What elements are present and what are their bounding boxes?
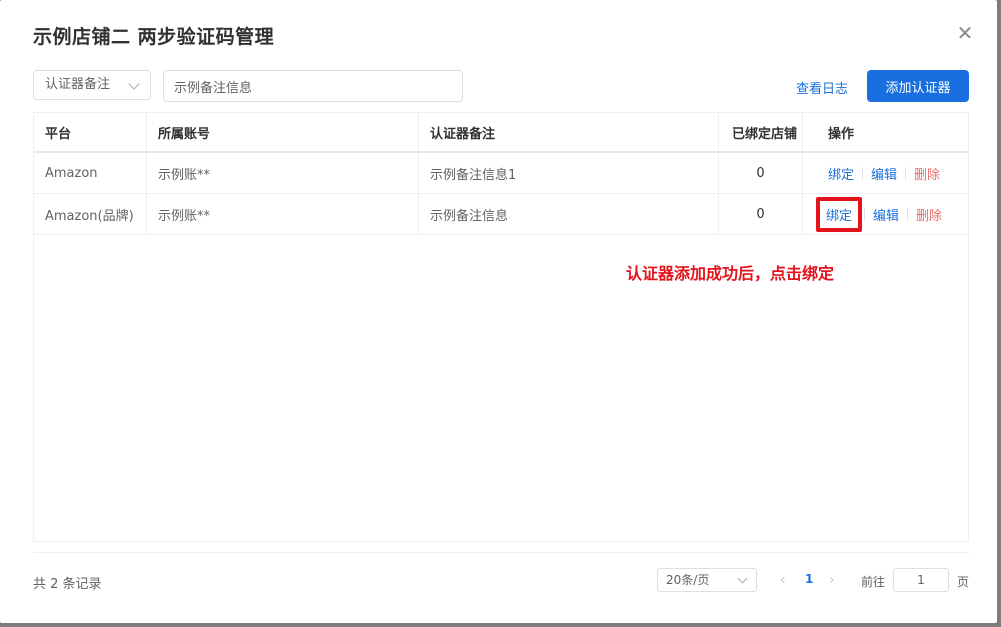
account-cell: 示例账**: [147, 153, 419, 193]
platform-cell: Amazon(品牌): [34, 194, 147, 234]
page-size-value: 20条/页: [666, 573, 710, 587]
note-cell: 示例备注信息1: [419, 153, 719, 193]
page-number-current[interactable]: 1: [805, 572, 813, 586]
footer-divider: [33, 552, 969, 553]
actions-cell: 绑定 编辑 删除: [803, 194, 968, 234]
divider: [905, 166, 907, 180]
page-size-select[interactable]: 20条/页: [657, 568, 757, 592]
goto-label: 前往: [861, 575, 886, 589]
platform-cell: Amazon: [34, 153, 147, 193]
delete-button[interactable]: 删除: [916, 205, 942, 224]
table-header: 平台 所属账号 认证器备注 已绑定店铺 操作: [34, 113, 968, 153]
total-records: 共 2 条记录: [33, 577, 102, 592]
filter-field-value: 认证器备注: [45, 77, 111, 92]
divider: [862, 166, 864, 180]
dialog-title: 示例店铺二 两步验证码管理: [33, 26, 275, 48]
filter-search-input[interactable]: [163, 70, 463, 102]
goto-page-input[interactable]: [893, 568, 949, 592]
account-cell: 示例账**: [147, 194, 419, 234]
note-cell: 示例备注信息: [419, 194, 719, 234]
bound-count-cell: 0: [719, 153, 803, 193]
bind-button[interactable]: 绑定: [828, 164, 854, 183]
bound-count-cell: 0: [719, 194, 803, 234]
add-authenticator-button[interactable]: 添加认证器: [867, 70, 969, 102]
header-note: 认证器备注: [419, 113, 719, 151]
chevron-right-icon[interactable]: ›: [829, 572, 835, 588]
header-platform: 平台: [34, 113, 147, 151]
authenticator-dialog: 示例店铺二 两步验证码管理 ✕ 认证器备注 查看日志 添加认证器 平台 所属账号…: [0, 0, 997, 623]
filter-field-select[interactable]: 认证器备注: [33, 70, 151, 100]
divider: [907, 207, 909, 221]
header-account: 所属账号: [147, 113, 419, 151]
table-row: Amazon(品牌) 示例账** 示例备注信息 0 绑定 编辑 删除: [34, 194, 968, 235]
instruction-annotation: 认证器添加成功后，点击绑定: [626, 264, 835, 283]
authenticator-table: 平台 所属账号 认证器备注 已绑定店铺 操作 Amazon 示例账** 示例备注…: [33, 112, 969, 542]
chevron-down-icon: [737, 573, 748, 584]
delete-button[interactable]: 删除: [914, 164, 940, 183]
edit-button[interactable]: 编辑: [871, 164, 897, 183]
divider: [864, 207, 866, 221]
close-icon[interactable]: ✕: [956, 23, 974, 43]
chevron-left-icon[interactable]: ‹: [780, 572, 786, 588]
header-actions: 操作: [828, 126, 855, 142]
bind-button[interactable]: 绑定: [826, 209, 852, 224]
view-log-link[interactable]: 查看日志: [796, 78, 848, 97]
highlight-box: 绑定: [816, 196, 863, 232]
edit-button[interactable]: 编辑: [873, 205, 899, 224]
page-suffix: 页: [957, 575, 970, 589]
header-bound-stores: 已绑定店铺: [719, 113, 803, 151]
chevron-down-icon: [128, 78, 140, 90]
actions-cell: 绑定 编辑 删除: [803, 153, 968, 193]
table-row: Amazon 示例账** 示例备注信息1 0 绑定 编辑 删除: [34, 153, 968, 194]
